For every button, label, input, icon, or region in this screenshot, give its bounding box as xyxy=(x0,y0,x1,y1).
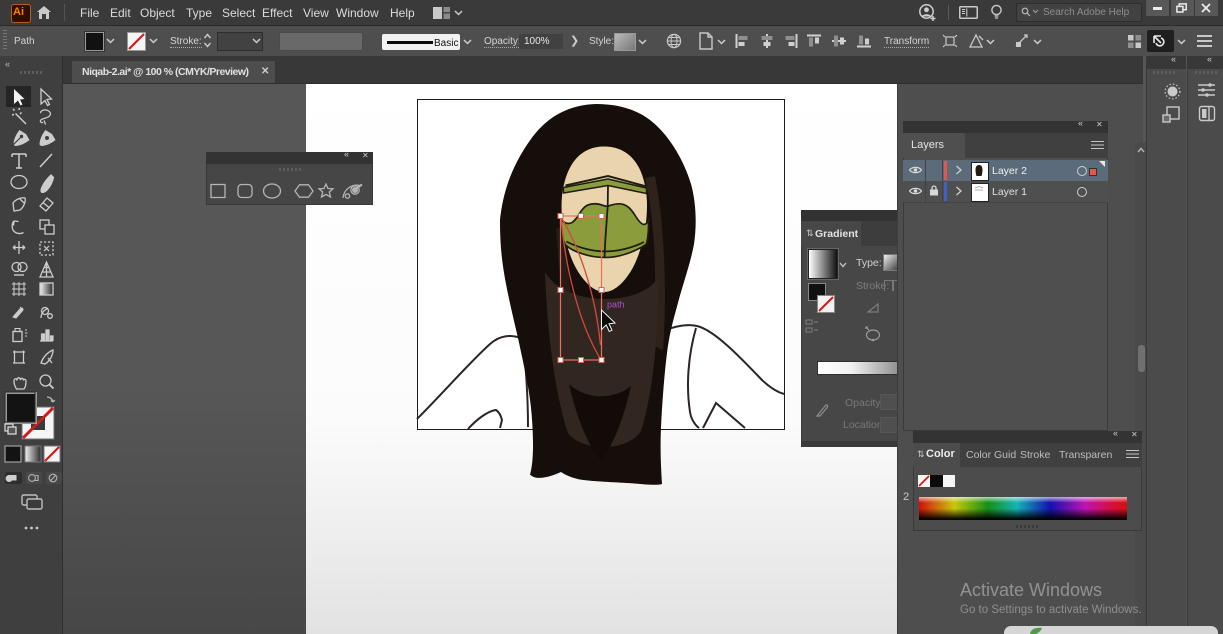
svg-text:path: path xyxy=(607,300,625,310)
